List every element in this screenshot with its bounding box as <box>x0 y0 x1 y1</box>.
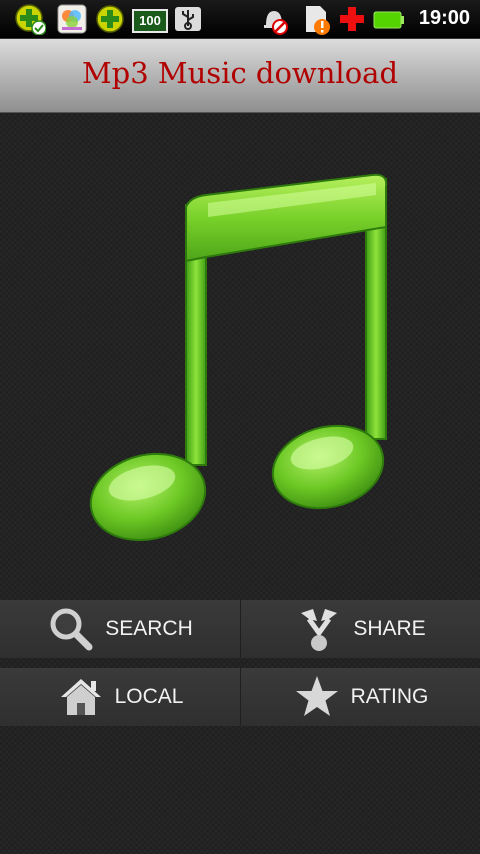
battery-icon <box>373 11 404 29</box>
usb-icon <box>175 7 201 31</box>
share-icon <box>295 605 343 653</box>
gallery-app-icon <box>57 4 87 34</box>
main-content: SEARCH SHARE LOCAL RATING <box>0 113 480 854</box>
clock: 19:00 <box>418 7 470 29</box>
battery-100-icon: 100 <box>132 9 168 33</box>
share-button[interactable]: SHARE <box>241 600 480 658</box>
music-note-icon <box>89 173 388 542</box>
add-icon <box>15 4 46 35</box>
local-button[interactable]: LOCAL <box>0 668 240 726</box>
divider <box>240 600 241 658</box>
home-icon <box>57 673 105 721</box>
app-header: Mp3 Music download <box>0 39 480 113</box>
share-label: SHARE <box>353 617 426 640</box>
alarm-off-icon <box>264 11 288 35</box>
page-title: Mp3 Music download <box>81 56 399 90</box>
search-button[interactable]: SEARCH <box>0 600 240 658</box>
local-label: LOCAL <box>114 685 184 708</box>
add-icon <box>96 5 124 33</box>
search-label: SEARCH <box>105 617 193 640</box>
rating-button[interactable]: RATING <box>241 668 480 726</box>
search-icon <box>47 605 95 653</box>
status-bar: 100 19:00 <box>0 0 480 39</box>
sd-card-warning-icon <box>306 6 330 35</box>
red-cross-icon <box>340 7 364 31</box>
rating-label: RATING <box>350 685 429 708</box>
star-icon <box>293 673 341 721</box>
divider <box>240 668 241 726</box>
